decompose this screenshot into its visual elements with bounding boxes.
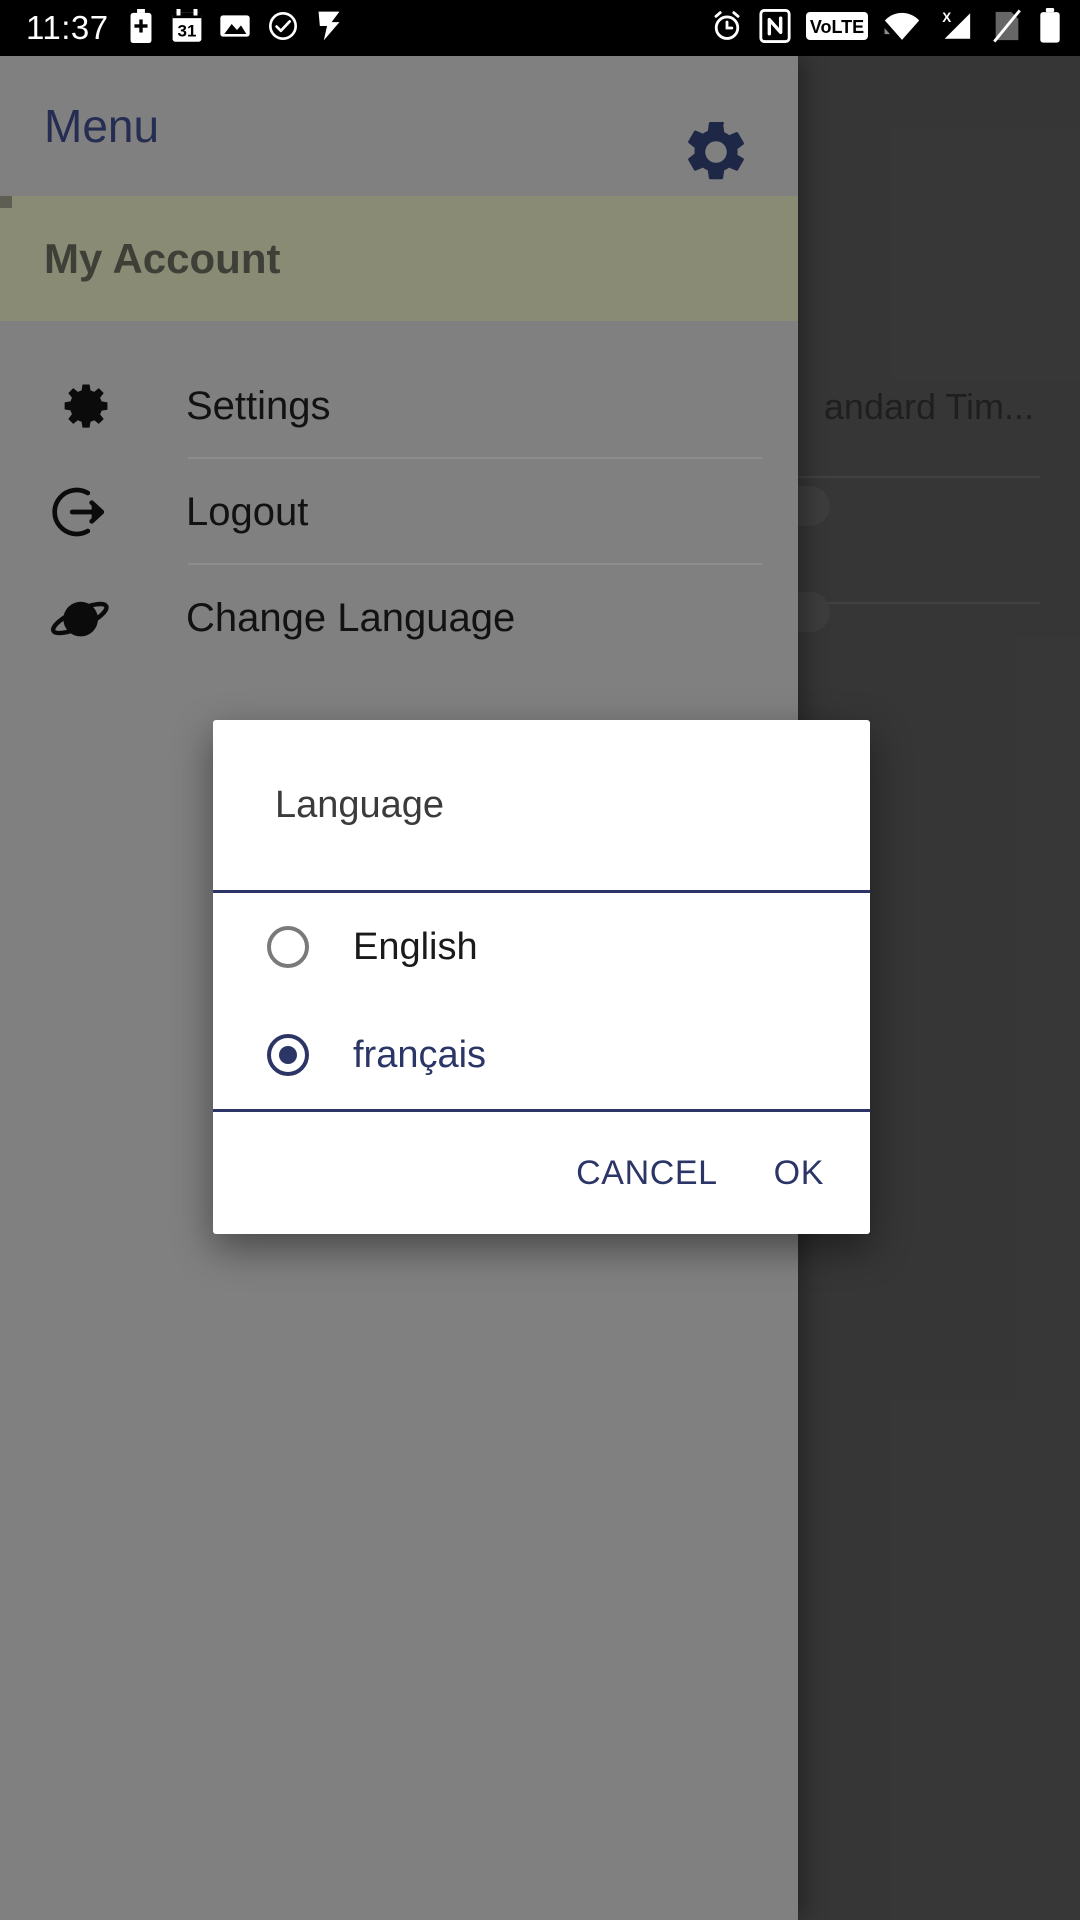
battery-plus-icon — [127, 8, 155, 48]
radio-button-unselected[interactable] — [267, 926, 309, 968]
check-circle-icon — [267, 10, 299, 47]
drawer-title: Menu — [44, 100, 160, 152]
cog-icon — [46, 373, 138, 439]
planet-icon — [46, 585, 138, 651]
sidebar-item-change-language[interactable]: Change Language — [0, 565, 798, 671]
dialog-actions: CANCEL OK — [213, 1112, 870, 1234]
image-icon — [219, 11, 251, 46]
cancel-button[interactable]: CANCEL — [576, 1154, 718, 1193]
sidebar-item-label: Change Language — [186, 595, 516, 640]
sidebar-item-label: My Account — [44, 234, 281, 282]
radio-option-label: français — [353, 1033, 487, 1076]
drawer-menu-list: Settings Logout Change Language — [0, 321, 798, 671]
sidebar-item-my-account[interactable]: My Account — [0, 196, 798, 321]
dialog-title-area: Language — [213, 720, 870, 890]
signal-no-service-icon: X — [936, 9, 976, 48]
gear-icon[interactable] — [680, 116, 752, 193]
svg-text:X: X — [942, 9, 951, 24]
phone-screen: andard Tim... Menu My Account Settings L… — [0, 0, 1080, 1920]
dialog-title: Language — [275, 783, 445, 826]
svg-text:31: 31 — [177, 21, 196, 40]
status-right-icons: VoLTE X — [710, 7, 1062, 49]
svg-text:VoLTE: VoLTE — [810, 17, 864, 37]
battery-icon — [1038, 7, 1062, 49]
ok-button[interactable]: OK — [774, 1154, 824, 1193]
radio-option-francais[interactable]: français — [213, 1001, 870, 1109]
sim-disabled-icon — [991, 9, 1023, 48]
volte-icon: VoLTE — [806, 10, 868, 47]
language-options-list: English français — [213, 893, 870, 1109]
sidebar-item-label: Logout — [186, 489, 309, 534]
radio-button-selected[interactable] — [267, 1034, 309, 1076]
calendar-icon: 31 — [171, 8, 203, 48]
nfc-icon — [759, 8, 791, 48]
sidebar-item-settings[interactable]: Settings — [0, 353, 798, 459]
sidebar-item-logout[interactable]: Logout — [0, 459, 798, 565]
radio-option-english[interactable]: English — [213, 893, 870, 1001]
flag-check-icon — [315, 9, 343, 48]
sidebar-item-label: Settings — [186, 383, 331, 428]
alarm-clock-icon — [710, 9, 744, 48]
wifi-icon — [883, 10, 921, 47]
drawer-header: Menu — [0, 56, 798, 196]
language-dialog: Language English français CANCEL OK — [213, 720, 870, 1234]
selection-marker — [0, 196, 12, 208]
radio-option-label: English — [353, 925, 478, 968]
logout-arrow-icon — [46, 479, 138, 545]
status-bar: 11:37 31 VoLTE X — [0, 0, 1080, 56]
status-clock: 11:37 — [26, 9, 109, 46]
status-left-icons: 31 — [127, 8, 343, 48]
